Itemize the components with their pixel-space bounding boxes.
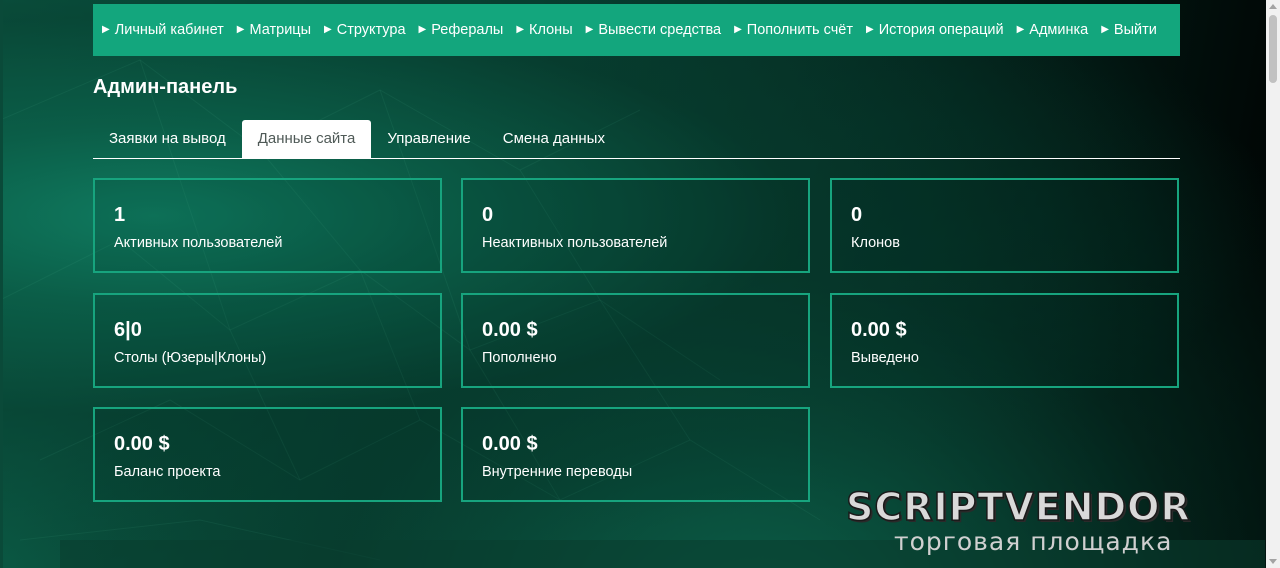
stat-value: 0.00 $ [482, 433, 538, 455]
tab-withdraw-requests[interactable]: Заявки на вывод [93, 120, 242, 158]
watermark: SCRIPTVENDOR торговая площадка [845, 484, 1264, 557]
triangle-right-icon: ▶ [418, 24, 427, 35]
nav-item-label: Личный кабинет [114, 22, 224, 38]
nav-item-label: Клоны [529, 22, 573, 38]
scrollbar-thumb[interactable] [1269, 15, 1277, 83]
watermark-subtitle: торговая площадка [894, 527, 1173, 556]
nav-item-clones[interactable]: ▶ Клоны [516, 22, 572, 38]
nav-item-withdraw[interactable]: ▶ Вывести средства [586, 22, 721, 38]
tab-change-data[interactable]: Смена данных [487, 120, 621, 158]
stat-label: Активных пользователей [114, 235, 283, 251]
stat-label: Внутренние переводы [482, 464, 633, 480]
stat-value: 6|0 [114, 319, 142, 341]
watermark-logo: SCRIPTVENDOR [845, 484, 1191, 530]
triangle-right-icon: ▶ [1101, 24, 1109, 35]
triangle-right-icon: ▶ [516, 24, 525, 35]
triangle-right-icon: ▶ [102, 24, 110, 35]
admin-tabs: Заявки на вывод Данные сайта Управление … [93, 120, 1180, 159]
stat-label: Выведено [851, 350, 919, 366]
nav-item-label: Структура [336, 22, 406, 38]
stat-card-inactive-users: 0 Неактивных пользователей [461, 178, 810, 273]
scroll-up-arrow-icon[interactable] [1269, 4, 1277, 9]
nav-item-history[interactable]: ▶ История операций [866, 22, 1004, 38]
stat-value: 0 [851, 204, 863, 226]
nav-item-matrices[interactable]: ▶ Матрицы [237, 22, 311, 38]
stat-card-internal-transfers: 0.00 $ Внутренние переводы [461, 407, 810, 502]
page-title: Админ-панель [93, 76, 238, 98]
nav-item-referrals[interactable]: ▶ Рефералы [419, 22, 504, 38]
tab-site-data[interactable]: Данные сайта [241, 120, 372, 158]
top-navigation: ▶ Личный кабинет ▶ Матрицы ▶ Структура ▶… [93, 4, 1180, 56]
nav-item-label: Пополнить счёт [746, 22, 853, 38]
triangle-right-icon: ▶ [1016, 24, 1025, 35]
stat-label: Пополнено [482, 350, 557, 366]
stat-value: 1 [114, 204, 126, 226]
stat-value: 0.00 $ [851, 319, 907, 341]
nav-item-cabinet[interactable]: ▶ Личный кабинет [102, 22, 224, 38]
nav-item-label: Вывести средства [598, 22, 722, 38]
stat-label: Неактивных пользователей [482, 235, 668, 251]
triangle-right-icon: ▶ [866, 24, 874, 35]
stat-label: Баланс проекта [114, 464, 221, 480]
page: { "nav": { "items": [ {"label": "Личный … [0, 0, 1280, 568]
tab-management[interactable]: Управление [371, 120, 486, 158]
triangle-right-icon: ▶ [324, 24, 332, 35]
stat-card-withdrawn: 0.00 $ Выведено [830, 293, 1179, 388]
stat-value: 0.00 $ [114, 433, 170, 455]
nav-item-label: Админка [1029, 22, 1089, 38]
nav-item-structure[interactable]: ▶ Структура [324, 22, 406, 38]
nav-item-label: История операций [878, 22, 1004, 38]
triangle-right-icon: ▶ [734, 24, 742, 35]
vertical-scrollbar[interactable] [1266, 0, 1280, 568]
stat-value: 0 [482, 204, 494, 226]
nav-item-admin[interactable]: ▶ Админка [1017, 22, 1089, 38]
scroll-down-arrow-icon[interactable] [1269, 559, 1277, 564]
stat-card-deposited: 0.00 $ Пополнено [461, 293, 810, 388]
stat-card-project-balance: 0.00 $ Баланс проекта [93, 407, 442, 502]
nav-item-label: Рефералы [431, 22, 504, 38]
nav-item-label: Выйти [1113, 22, 1157, 38]
nav-item-label: Матрицы [249, 22, 312, 38]
left-edge-strip [0, 0, 3, 568]
stat-card-active-users: 1 Активных пользователей [93, 178, 442, 273]
stat-label: Столы (Юзеры|Клоны) [114, 350, 267, 366]
triangle-right-icon: ▶ [236, 24, 245, 35]
nav-item-logout[interactable]: ▶ Выйти [1101, 22, 1157, 38]
triangle-right-icon: ▶ [585, 24, 594, 35]
stat-card-clones: 0 Клонов [830, 178, 1179, 273]
stat-value: 0.00 $ [482, 319, 538, 341]
stat-card-tables: 6|0 Столы (Юзеры|Клоны) [93, 293, 442, 388]
nav-item-deposit[interactable]: ▶ Пополнить счёт [734, 22, 853, 38]
stat-label: Клонов [851, 235, 900, 251]
